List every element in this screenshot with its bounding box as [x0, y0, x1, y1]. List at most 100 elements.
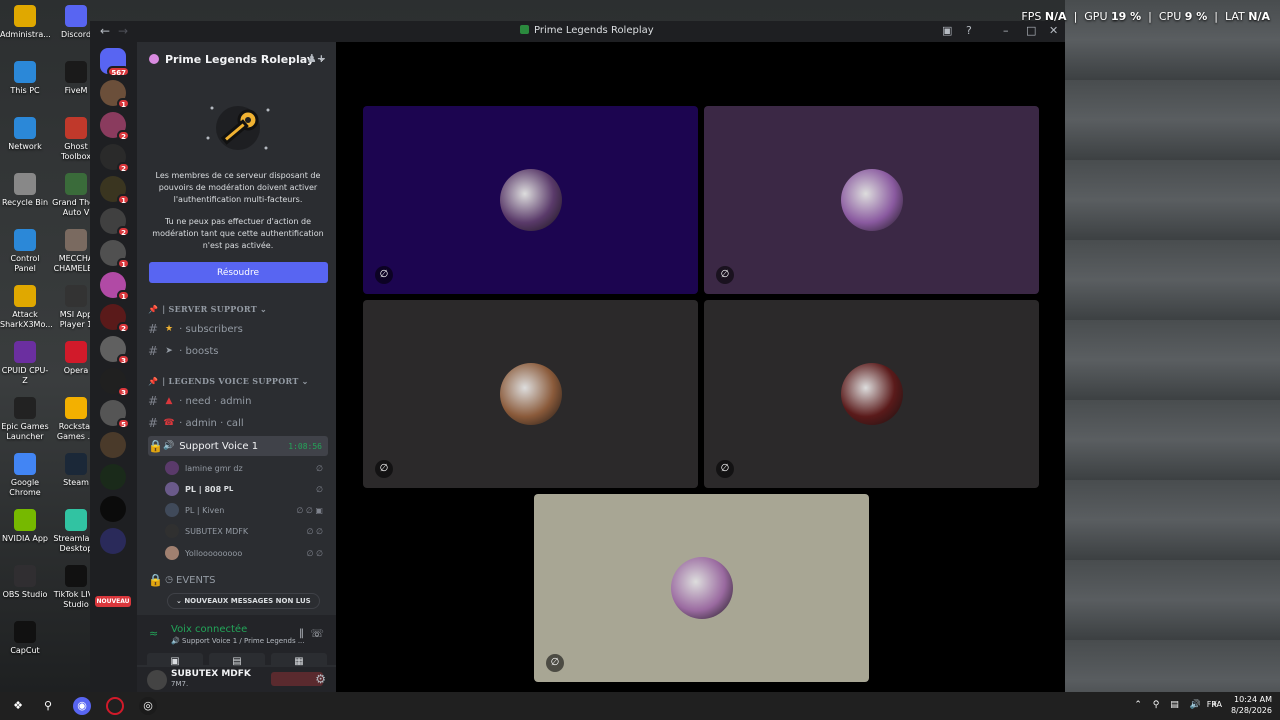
deafened-icon: ∅ [375, 460, 393, 478]
server-icon[interactable]: 2 [100, 304, 130, 333]
server-icon[interactable]: 3 [100, 336, 130, 365]
inbox-icon[interactable]: ▣ [942, 24, 952, 37]
server-icon[interactable]: 1 [100, 272, 130, 301]
new-badge[interactable]: NOUVEAU [95, 596, 131, 607]
server-icon[interactable]: 2 [100, 112, 130, 141]
mfa-notice: Les membres de ce serveur disposant de p… [148, 98, 328, 283]
server-icon[interactable]: 1 [100, 80, 130, 109]
participant-tile-3[interactable]: ∅ [363, 300, 698, 488]
gear-icon[interactable]: ⚙ [315, 672, 326, 686]
voice-status[interactable]: Voix connectée [171, 624, 247, 635]
voice-member[interactable]: PL | 808 PL ∅ [165, 479, 325, 499]
server-small-icon [520, 25, 529, 34]
desktop-icon[interactable]: Administra... [0, 5, 51, 40]
server-icon[interactable]: 1 [100, 240, 130, 269]
category-legends-voice-support[interactable]: 📌 | LEGENDS VOICE SUPPORT ⌄ [148, 376, 309, 386]
server-icon[interactable] [100, 496, 126, 522]
participant-tile-5[interactable]: ∅ [534, 494, 869, 682]
opera-icon [65, 341, 87, 363]
maximize-icon[interactable]: □ [1026, 24, 1036, 37]
desktop-icon[interactable]: CapCut [0, 621, 50, 656]
alarm-icon: ▲ [165, 396, 173, 406]
direct-messages-button[interactable]: 567 [100, 48, 130, 77]
desktop-icon[interactable]: This PC [0, 61, 50, 96]
desktop-icon[interactable]: NVIDIA App [0, 509, 50, 544]
key-icon [206, 106, 270, 150]
server-icon[interactable]: 2 [100, 208, 130, 237]
desktop-icon[interactable]: Recycle Bin [0, 173, 50, 208]
channel-events[interactable]: 🔒 ◷ EVENTS [148, 570, 328, 590]
channel-label-a: admin [185, 417, 217, 429]
window-title-text: Prime Legends Roleplay [534, 25, 654, 36]
unread-badge: 3 [117, 386, 130, 397]
server-rail: 567 1 2 2 1 2 1 1 2 3 3 5 NOUVEAU [90, 42, 136, 692]
tiktok-icon [65, 565, 87, 587]
desktop-icon[interactable]: Google Chrome [0, 453, 50, 498]
server-icon[interactable]: 1 [100, 176, 130, 205]
participant-tile-4[interactable]: ∅ [704, 300, 1039, 488]
close-icon[interactable]: ✕ [1049, 24, 1058, 37]
language-indicator[interactable]: FRA [1207, 699, 1222, 710]
desktop-icon[interactable]: Attack SharkX3Mo... [0, 285, 53, 330]
fivem-taskbar-icon[interactable]: ◎ [139, 697, 157, 715]
resolve-button[interactable]: Résoudre [148, 262, 328, 283]
server-icon[interactable] [100, 464, 126, 490]
voice-location[interactable]: 🔊 Support Voice 1 / Prime Legends ... [171, 637, 305, 645]
voice-member[interactable]: PL | Kiven ∅ ∅ ▣ [165, 500, 325, 520]
desktop-icon[interactable]: Network [0, 117, 50, 152]
server-icon[interactable]: 2 [100, 144, 130, 173]
hash-icon: # [148, 344, 159, 358]
desktop-icon[interactable]: OBS Studio [0, 565, 50, 600]
opera-taskbar-icon[interactable] [106, 697, 124, 715]
participant-tile-1[interactable]: ∅ [363, 106, 698, 294]
avatar [165, 461, 179, 475]
help-icon[interactable]: ? [966, 24, 972, 37]
server-icon[interactable]: 3 [100, 368, 130, 397]
back-arrow-icon[interactable]: ← [100, 24, 110, 38]
server-icon[interactable]: 5 [100, 400, 130, 429]
fivem-icon [65, 61, 87, 83]
add-member-icon[interactable]: ♟+ [307, 52, 326, 65]
server-name: Prime Legends Roleplay [165, 52, 315, 66]
minimize-icon[interactable]: – [1003, 24, 1009, 37]
voice-member[interactable]: SUBUTEX MDFK ∅ ∅ [165, 521, 325, 541]
participant-tile-2[interactable]: ∅ [704, 106, 1039, 294]
new-messages-banner[interactable]: ⌄ NOUVEAUX MESSAGES NON LUS [167, 593, 320, 609]
channel-label-b: call [226, 417, 244, 429]
obs-icon [14, 565, 36, 587]
member-name: SUBUTEX MDFK [185, 526, 249, 536]
forward-arrow-icon[interactable]: → [118, 24, 128, 38]
member-name: PL | 808 [185, 484, 222, 494]
channel-boosts[interactable]: # ➤ · boosts [148, 341, 328, 361]
channel-label: Support Voice 1 [179, 440, 259, 452]
desktop-icon[interactable]: Epic Games Launcher [0, 397, 50, 442]
windows-start-icon[interactable]: ❖ [9, 697, 27, 715]
desktop-icon-label: This PC [10, 86, 40, 95]
user-name[interactable]: SUBUTEX MDFK [171, 669, 251, 679]
channel-need-admin[interactable]: # ▲ · need · admin [148, 391, 328, 411]
disconnect-icon[interactable]: ☏ [310, 627, 324, 640]
voice-member[interactable]: lamine gmr dz ∅ [165, 458, 325, 478]
discord-taskbar-icon[interactable]: ◉ [73, 697, 91, 715]
search-icon[interactable]: ⚲ [39, 697, 57, 715]
rocket-icon: ➤ [165, 346, 173, 356]
channel-subscribers[interactable]: # ★ · subscribers [148, 319, 328, 339]
channel-admin-call[interactable]: # ☎ · admin · call [148, 413, 328, 433]
server-header[interactable]: Prime Legends Roleplay ⌄ ♟+ [137, 42, 336, 76]
lock-icon: 🔒 [148, 573, 163, 587]
desktop-icon[interactable]: Control Panel [0, 229, 50, 274]
noise-suppression-icon[interactable]: ‖ [299, 628, 304, 639]
unread-badge: 2 [117, 322, 130, 333]
avatar[interactable] [147, 670, 167, 690]
category-server-support[interactable]: 📌 | SERVER SUPPORT ⌄ [148, 304, 267, 314]
user-panel: SUBUTEX MDFK 7M7. ⚙ [137, 667, 336, 692]
server-icon[interactable] [100, 432, 126, 458]
signal-icon: ≈ [149, 627, 159, 640]
channel-support-voice-1[interactable]: 🔒 🔊 Support Voice 1 1:08:56 [148, 436, 328, 456]
server-icon[interactable] [100, 528, 126, 554]
voice-member[interactable]: Yollooooooooo ∅ ∅ [165, 543, 325, 563]
system-clock[interactable]: FRA 10:24 AM 8/28/2026 [1207, 694, 1272, 716]
server-icon [149, 54, 159, 64]
member-name: Yollooooooooo [185, 548, 243, 558]
desktop-icon[interactable]: CPUID CPU-Z [0, 341, 50, 386]
